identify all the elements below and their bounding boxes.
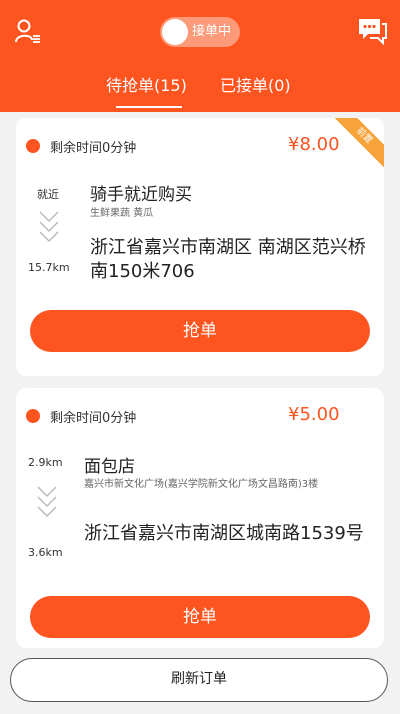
order-card: 剩余时间0分钟 ¥5.00 2.9km 3.6km 面包店 嘉兴市新文化广场(嘉… [16,388,384,648]
grab-order-button[interactable]: 抢单 [30,310,370,352]
shop-name: 面包店 [84,457,135,477]
delivery-address: 浙江省嘉兴市南湖区 南湖区范兴桥南150米706 [90,237,366,282]
remaining-time: 剩余时间0分钟 [50,411,137,426]
remaining-time: 剩余时间0分钟 [50,141,137,156]
shop-name: 骑手就近购买 [90,185,192,205]
chevron-down-icon [39,211,59,243]
accepting-orders-toggle[interactable]: 接单中 [160,17,240,47]
user-list-icon[interactable] [14,18,42,46]
app-header: 接单中 待抢单(15) 已接单(0) [0,0,400,112]
order-price: ¥8.00 [288,134,340,155]
customer-distance: 15.7km [28,261,70,274]
refresh-orders-button[interactable]: 刷新订单 [10,658,388,702]
order-tabs: 待抢单(15) 已接单(0) [0,72,400,112]
toggle-knob [162,19,188,45]
customer-distance: 3.6km [28,546,63,559]
chevron-down-icon [37,486,57,518]
shop-category: 生鲜果蔬 黄瓜 [90,208,154,219]
tab-pending[interactable]: 待抢单(15) [106,72,187,100]
status-dot [26,409,40,423]
shop-distance: 2.9km [28,456,63,469]
chat-bubbles-icon[interactable] [356,16,388,46]
toggle-label: 接单中 [192,24,232,39]
shop-distance: 就近 [37,188,59,201]
tab-accepted[interactable]: 已接单(0) [220,72,291,100]
delivery-address: 浙江省嘉兴市南湖区城南路1539号 [84,523,364,544]
order-card: 剩余时间0分钟 ¥8.00 前置 就近 15.7km 骑手就近购买 生鲜果蔬 黄… [16,118,384,376]
grab-order-button[interactable]: 抢单 [30,596,370,638]
order-price: ¥5.00 [288,404,340,425]
active-tab-indicator [116,106,182,108]
status-dot [26,139,40,153]
shop-category: 嘉兴市新文化广场(嘉兴学院新文化广场文昌路南)3楼 [84,479,319,490]
